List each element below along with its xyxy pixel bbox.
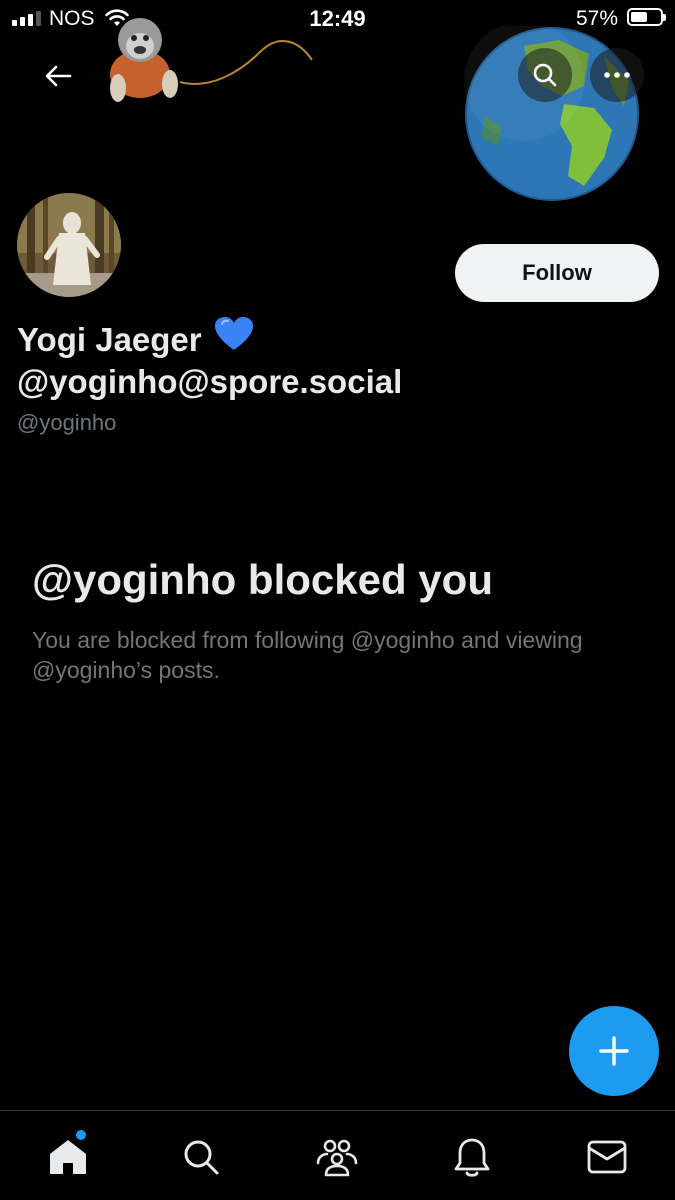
home-badge-dot	[76, 1130, 86, 1140]
nav-home[interactable]	[44, 1133, 92, 1181]
profile-display-handle: @yoginho@spore.social	[17, 363, 403, 400]
nav-notifications[interactable]	[448, 1133, 496, 1181]
notifications-icon	[454, 1138, 490, 1177]
messages-icon	[587, 1140, 627, 1174]
blue-heart-icon	[214, 316, 254, 363]
nav-messages[interactable]	[583, 1133, 631, 1181]
profile-banner	[0, 0, 675, 210]
avatar-image	[17, 193, 121, 297]
more-options-button[interactable]	[590, 48, 644, 102]
blocked-description: You are blocked from following @yoginho …	[32, 627, 583, 683]
search-icon	[533, 63, 557, 87]
profile-display-name: Yogi Jaeger	[17, 316, 254, 363]
follow-button[interactable]: Follow	[455, 244, 659, 302]
back-button[interactable]	[38, 58, 78, 94]
communities-icon	[316, 1139, 358, 1177]
blocked-title: @yoginho blocked you	[32, 556, 493, 603]
search-button[interactable]	[518, 48, 572, 102]
display-name-text: Yogi Jaeger	[17, 320, 202, 358]
bottom-navigation	[0, 1110, 675, 1200]
plus-icon	[599, 1036, 629, 1066]
more-horizontal-icon	[604, 72, 630, 78]
profile-avatar[interactable]	[14, 190, 124, 300]
compose-button[interactable]	[569, 1006, 659, 1096]
home-icon	[50, 1140, 86, 1174]
monkey-illustration	[110, 18, 313, 102]
profile-username: @yoginho	[17, 410, 117, 435]
nav-communities[interactable]	[313, 1133, 361, 1181]
search-icon	[184, 1140, 219, 1175]
arrow-left-icon	[45, 65, 72, 87]
nav-search[interactable]	[177, 1133, 225, 1181]
